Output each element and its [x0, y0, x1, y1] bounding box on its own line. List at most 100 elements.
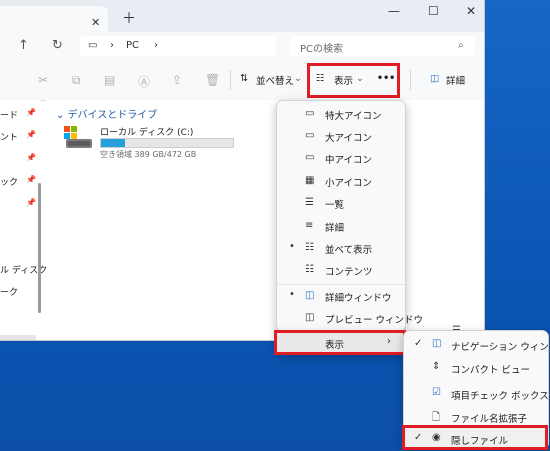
- view-menu-tiles[interactable]: • ☷ 並べて表示: [277, 237, 405, 259]
- menu-item-label: 一覧: [325, 200, 345, 211]
- submenu-navigation-pane[interactable]: ✓ ◫ ナビゲーション ウィンドウ: [404, 333, 550, 355]
- submenu-file-extensions[interactable]: 🗋 ファイル名拡張子: [404, 405, 548, 427]
- menu-item-label: 詳細: [325, 223, 345, 234]
- view-menu-list[interactable]: ☰ 一覧: [277, 192, 405, 214]
- view-button-highlight: [307, 63, 400, 98]
- sidebar-item[interactable]: ント: [0, 130, 18, 143]
- extra-large-icons-icon: ▭: [305, 108, 315, 119]
- breadcrumb-chevron-icon[interactable]: ›: [110, 40, 114, 51]
- drive-name[interactable]: ローカル ディスク (C:): [100, 125, 193, 138]
- pin-icon: 📌: [26, 130, 36, 139]
- pin-icon: 📌: [26, 153, 36, 162]
- menu-item-label: 小アイコン: [325, 178, 373, 189]
- sidebar-scrollbar[interactable]: [38, 183, 41, 313]
- content-icon: ☷: [305, 264, 314, 275]
- close-window-icon[interactable]: ✕: [466, 4, 476, 18]
- command-bar: ✂ ⧉ ▤ Ⓐ ⇪ 🗑 ⇅ 並べ替え ⌄ ☷ 表示 ⌄ ••• ◫ 詳細: [0, 60, 484, 101]
- refresh-icon[interactable]: ↻: [52, 38, 63, 53]
- explorer-window: ✕ ＋ — ☐ ✕ ↑ ↻ ▭ › PC › PCの検索 ⌕ ✂ ⧉ ▤ Ⓐ ⇪…: [0, 0, 485, 341]
- cut-icon[interactable]: ✂: [38, 73, 48, 87]
- submenu-item-checkboxes[interactable]: ☑ 項目チェック ボックス: [404, 382, 549, 404]
- drive-usage-bar: [100, 138, 234, 148]
- details-pane-icon: ◫: [305, 290, 315, 301]
- menu-item-label: 中アイコン: [325, 155, 373, 166]
- view-menu-medium-icons[interactable]: ▭ 中アイコン: [277, 147, 405, 169]
- sidebar-selected-highlight: [0, 335, 36, 340]
- menu-item-label: 大アイコン: [325, 133, 373, 144]
- search-placeholder: PCの検索: [300, 44, 344, 55]
- tiles-icon: ☷: [305, 242, 314, 253]
- sidebar-item-network[interactable]: ーク: [0, 285, 18, 298]
- toolbar-divider: [230, 70, 231, 90]
- title-bar: ✕ ＋ — ☐ ✕: [0, 0, 484, 32]
- selected-dot: •: [289, 289, 295, 300]
- medium-icons-icon: ▭: [305, 152, 315, 163]
- preview-pane-icon: ◫: [305, 312, 315, 323]
- check-icon: ✓: [414, 338, 423, 349]
- navigation-pane-icon: ◫: [432, 338, 442, 349]
- view-menu-details[interactable]: ≡ 詳細: [277, 215, 405, 237]
- pin-icon: 📌: [26, 108, 36, 117]
- list-icon: ☰: [305, 197, 314, 208]
- toolbar-divider: [410, 70, 411, 90]
- rename-icon[interactable]: Ⓐ: [138, 73, 150, 90]
- hidden-items-highlight: [402, 425, 548, 450]
- menu-item-label: ファイル名拡張子: [451, 414, 528, 425]
- up-arrow-icon[interactable]: ↑: [18, 38, 29, 53]
- menu-item-label: 項目チェック ボックス: [451, 391, 549, 402]
- drive-free-space: 空き領域 389 GB/472 GB: [100, 150, 197, 159]
- menu-item-label: 並べて表示: [325, 245, 373, 256]
- details-icon: ≡: [305, 220, 314, 231]
- view-menu-preview-pane[interactable]: ◫ プレビュー ウィンドウ: [277, 307, 423, 329]
- address-bar-row: ↑ ↻ ▭ › PC › PCの検索 ⌕: [0, 32, 484, 60]
- sidebar-item[interactable]: ック: [0, 175, 18, 188]
- paste-icon[interactable]: ▤: [104, 73, 115, 87]
- pin-icon: 📌: [26, 175, 36, 184]
- menu-item-label: プレビュー ウィンドウ: [325, 315, 424, 326]
- large-icons-icon: ▭: [305, 130, 315, 141]
- section-header-devices[interactable]: ⌄ デバイスとドライブ: [56, 106, 157, 121]
- chevron-down-icon[interactable]: ⌄: [294, 73, 302, 84]
- delete-icon[interactable]: 🗑: [205, 73, 220, 87]
- compact-view-icon: ⇕: [432, 361, 441, 372]
- sort-button[interactable]: 並べ替え: [256, 73, 294, 87]
- copy-icon[interactable]: ⧉: [72, 73, 81, 88]
- details-pane-icon[interactable]: ◫: [430, 73, 439, 84]
- menu-item-label: ナビゲーション ウィンドウ: [451, 342, 550, 353]
- minimize-icon[interactable]: —: [388, 4, 400, 18]
- menu-item-label: コンパクト ビュー: [451, 365, 531, 376]
- pin-icon: 📌: [26, 198, 36, 207]
- address-field[interactable]: ▭ › PC ›: [80, 36, 276, 56]
- checkbox-icon: ☑: [432, 387, 441, 398]
- drive-usage-fill: [101, 139, 125, 147]
- view-menu-large-icons[interactable]: ▭ 大アイコン: [277, 125, 405, 147]
- share-icon[interactable]: ⇪: [172, 73, 182, 87]
- navigation-pane: ード 📌 ント 📌 📌 ック 📌 📌 ル ディスク ーク: [0, 100, 47, 340]
- local-disk-icon[interactable]: [64, 126, 94, 152]
- breadcrumb-chevron-icon[interactable]: ›: [154, 40, 158, 51]
- view-menu-extra-large-icons[interactable]: ▭ 特大アイコン: [277, 103, 405, 125]
- maximize-icon[interactable]: ☐: [428, 4, 439, 18]
- sidebar-item[interactable]: ード: [0, 108, 18, 121]
- show-item-highlight: [274, 330, 406, 355]
- tab-close-icon[interactable]: ✕: [91, 16, 100, 29]
- pc-monitor-icon: ▭: [88, 40, 98, 51]
- view-menu-content[interactable]: ☷ コンテンツ: [277, 259, 405, 281]
- search-icon[interactable]: ⌕: [458, 40, 464, 51]
- tab-pc[interactable]: ✕: [0, 6, 108, 32]
- new-tab-icon[interactable]: ＋: [122, 8, 136, 28]
- menu-item-label: コンテンツ: [325, 267, 373, 278]
- menu-item-label: 特大アイコン: [325, 111, 382, 122]
- section-title: デバイスとドライブ: [67, 110, 158, 121]
- view-menu-small-icons[interactable]: ▦ 小アイコン: [277, 170, 405, 192]
- sort-icon[interactable]: ⇅: [240, 73, 248, 84]
- details-button[interactable]: 詳細: [446, 73, 465, 87]
- view-menu: ▭ 特大アイコン ▭ 大アイコン ▭ 中アイコン ▦ 小アイコン ☰ 一覧 ≡ …: [276, 100, 423, 332]
- menu-item-label: 詳細ウィンドウ: [325, 293, 392, 304]
- search-input[interactable]: PCの検索 ⌕: [290, 36, 475, 56]
- view-menu-details-pane[interactable]: • ◫ 詳細ウィンドウ: [277, 285, 405, 307]
- small-icons-icon: ▦: [305, 175, 315, 186]
- breadcrumb-pc[interactable]: PC: [126, 40, 139, 51]
- submenu-compact-view[interactable]: ⇕ コンパクト ビュー: [404, 356, 548, 378]
- selected-dot: •: [289, 241, 295, 252]
